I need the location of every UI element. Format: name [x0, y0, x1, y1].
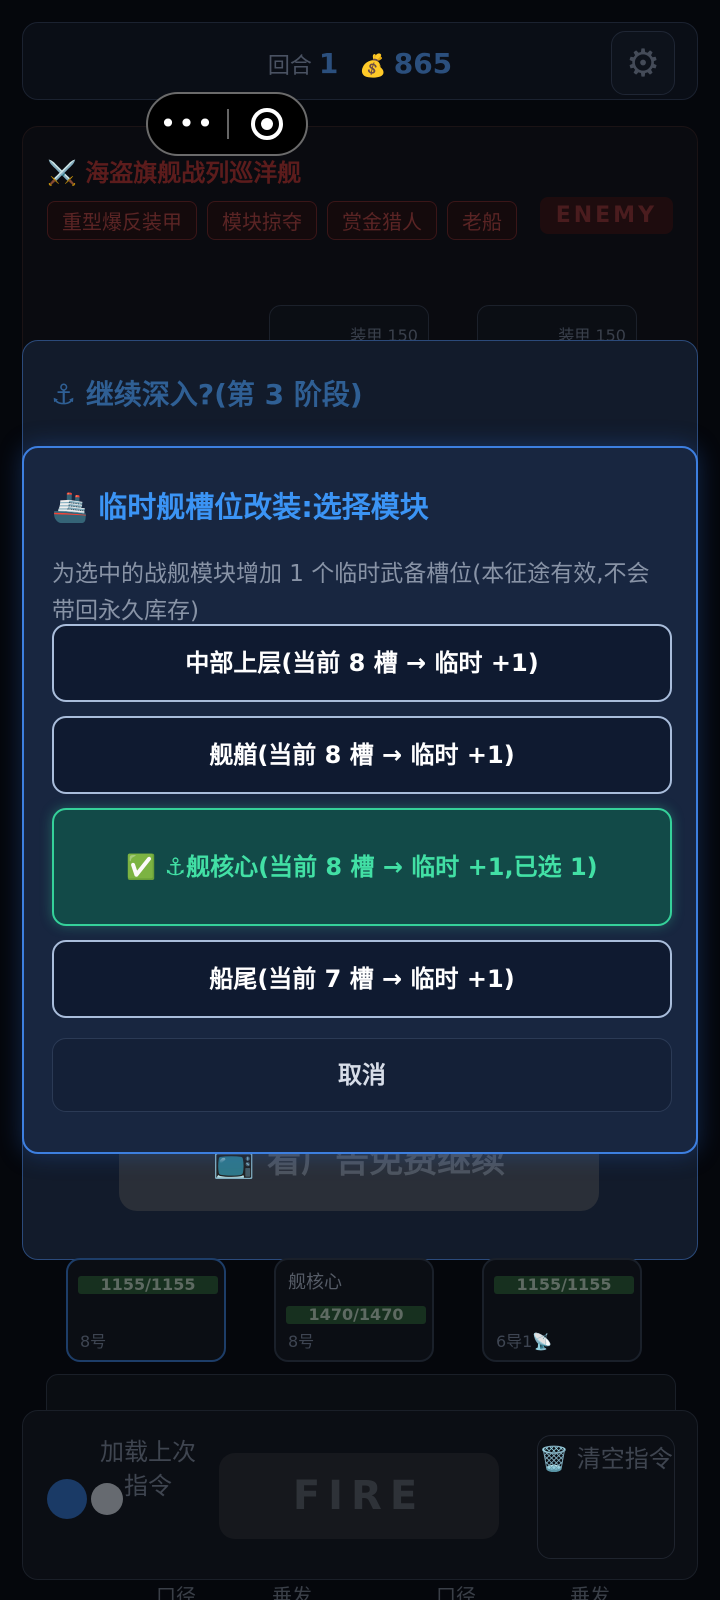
module-option-bow[interactable]: 舰艏(当前 8 槽 → 临时 +1): [52, 716, 672, 794]
enemy-tag: 老船: [447, 201, 517, 240]
settings-gear-icon[interactable]: ⚙: [611, 31, 675, 95]
more-options-icon[interactable]: •••: [148, 94, 227, 154]
module-option-stern[interactable]: 船尾(当前 7 槽 → 临时 +1): [52, 940, 672, 1018]
enemy-badge: ENEMY: [539, 197, 673, 234]
coin-count: 865: [393, 47, 453, 80]
load-last-command-label[interactable]: 加载上次指令: [93, 1435, 203, 1503]
enemy-tag: 重型爆反装甲: [47, 201, 197, 240]
ship-label: 6导1📡: [496, 1332, 553, 1351]
weapon-tab[interactable]: 垂发: [272, 1580, 312, 1600]
ship-hp-bar: 1155/1155: [494, 1276, 634, 1294]
close-miniprogram-icon[interactable]: [229, 108, 306, 140]
module-option-core-selected[interactable]: ✅ ⚓舰核心(当前 8 槽 → 临时 +1,已选 1): [52, 808, 672, 926]
enemy-name: ⚔️ 海盗旗舰战列巡洋舰: [47, 159, 302, 187]
enemy-tag: 模块掠夺: [207, 201, 317, 240]
enemy-tag: 赏金猎人: [327, 201, 437, 240]
ship-label: 8号: [80, 1332, 107, 1351]
continue-dialog-title: ⚓ 继续深入?(第 3 阶段): [51, 378, 363, 411]
round-label: 回合: [267, 54, 312, 79]
round-and-coins: 回合 1 💰 865: [23, 47, 697, 80]
ship-label: 8号: [288, 1332, 315, 1351]
player-ship-card[interactable]: 舰核心 1470/1470 8号: [274, 1258, 434, 1362]
top-status-bar: 回合 1 💰 865 ⚙: [22, 22, 698, 100]
miniprogram-capsule: •••: [146, 92, 308, 156]
battle-log-panel: [46, 1374, 676, 1414]
weapon-tab[interactable]: 垂发: [570, 1580, 610, 1600]
enemy-tags: 重型爆反装甲 模块掠夺 赏金猎人 老船: [47, 201, 517, 240]
ship-module-name: 舰核心: [288, 1272, 342, 1293]
cancel-button[interactable]: 取消: [52, 1038, 672, 1112]
weapon-tab[interactable]: 口径: [156, 1580, 196, 1600]
slot-upgrade-modal: 🚢 临时舰槽位改装:选择模块 为选中的战舰模块增加 1 个临时武备槽位(本征途有…: [22, 446, 698, 1154]
command-bar: 加载上次指令 FIRE 🗑️ 清空指令: [22, 1410, 698, 1580]
round-value: 1: [318, 47, 339, 80]
player-ship-card[interactable]: 1155/1155 8号: [66, 1258, 226, 1362]
clear-commands-button[interactable]: 🗑️ 清空指令: [537, 1435, 675, 1559]
ship-hp-bar: 1470/1470: [286, 1306, 426, 1324]
coin-icon: 💰: [359, 54, 387, 79]
player-ship-card[interactable]: 1155/1155 6导1📡: [482, 1258, 642, 1362]
modal-description: 为选中的战舰模块增加 1 个临时武备槽位(本征途有效,不会带回永久库存): [52, 561, 650, 624]
ship-hp-bar: 1155/1155: [78, 1276, 218, 1294]
fire-button[interactable]: FIRE: [219, 1453, 499, 1539]
module-option-mid-upper[interactable]: 中部上层(当前 8 槽 → 临时 +1): [52, 624, 672, 702]
modal-title: 🚢 临时舰槽位改装:选择模块: [52, 490, 429, 524]
weapon-tab[interactable]: 口径: [436, 1580, 476, 1600]
crossed-swords-icon: ⚔️: [47, 159, 77, 187]
